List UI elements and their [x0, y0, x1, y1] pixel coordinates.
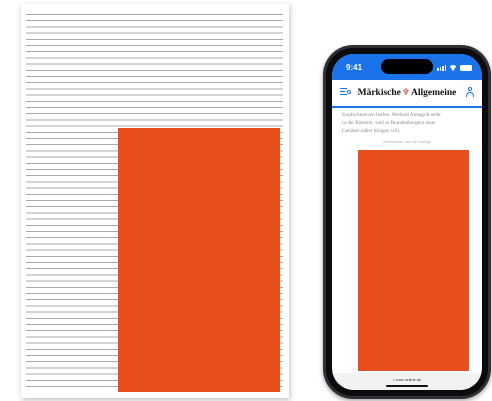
- site-header: Märkische♆Allgemeine: [332, 80, 482, 108]
- url-text: ⌂ maz-online.de: [392, 377, 422, 382]
- browser-url-bar[interactable]: ⌂ maz-online.de: [332, 373, 482, 390]
- mobile-ad-block[interactable]: [358, 150, 469, 371]
- logo-crest-icon: ♆: [401, 87, 410, 97]
- print-newspaper-page: [21, 4, 289, 398]
- logo-text-left: Märkische: [357, 88, 401, 98]
- ad-format-comparison: 9:41 Märkische♆Allgemeine Kopfschmerzen …: [0, 0, 492, 401]
- site-logo[interactable]: Märkische♆Allgemeine: [332, 87, 482, 98]
- article-line: Genüsse näher bringen will.: [342, 128, 401, 134]
- article-line: Kopfschmerzen helfen. Weiland Almagrüt s…: [342, 112, 441, 118]
- account-icon[interactable]: [465, 87, 475, 98]
- battery-icon: [460, 65, 472, 71]
- status-time: 9:41: [346, 63, 363, 72]
- ad-label: Werbebanner nach der Anzeige: [383, 140, 431, 144]
- print-ad-block: [118, 128, 280, 392]
- dynamic-island: [381, 59, 433, 74]
- logo-text-right: Allgemeine: [410, 88, 457, 98]
- phone-screen: 9:41 Märkische♆Allgemeine Kopfschmerzen …: [332, 54, 482, 390]
- phone-bezel: 9:41 Märkische♆Allgemeine Kopfschmerzen …: [326, 48, 488, 396]
- status-icons: [437, 64, 472, 71]
- home-indicator[interactable]: [386, 385, 428, 387]
- smartphone: 9:41 Märkische♆Allgemeine Kopfschmerzen …: [323, 45, 491, 399]
- wifi-icon: [449, 65, 457, 71]
- article-text: Kopfschmerzen helfen. Weiland Almagrüt s…: [342, 111, 474, 135]
- article-line: in der Rösterei, weil er Brandenburgern …: [342, 120, 436, 126]
- signal-icon: [437, 64, 446, 71]
- status-bar: 9:41: [332, 54, 482, 80]
